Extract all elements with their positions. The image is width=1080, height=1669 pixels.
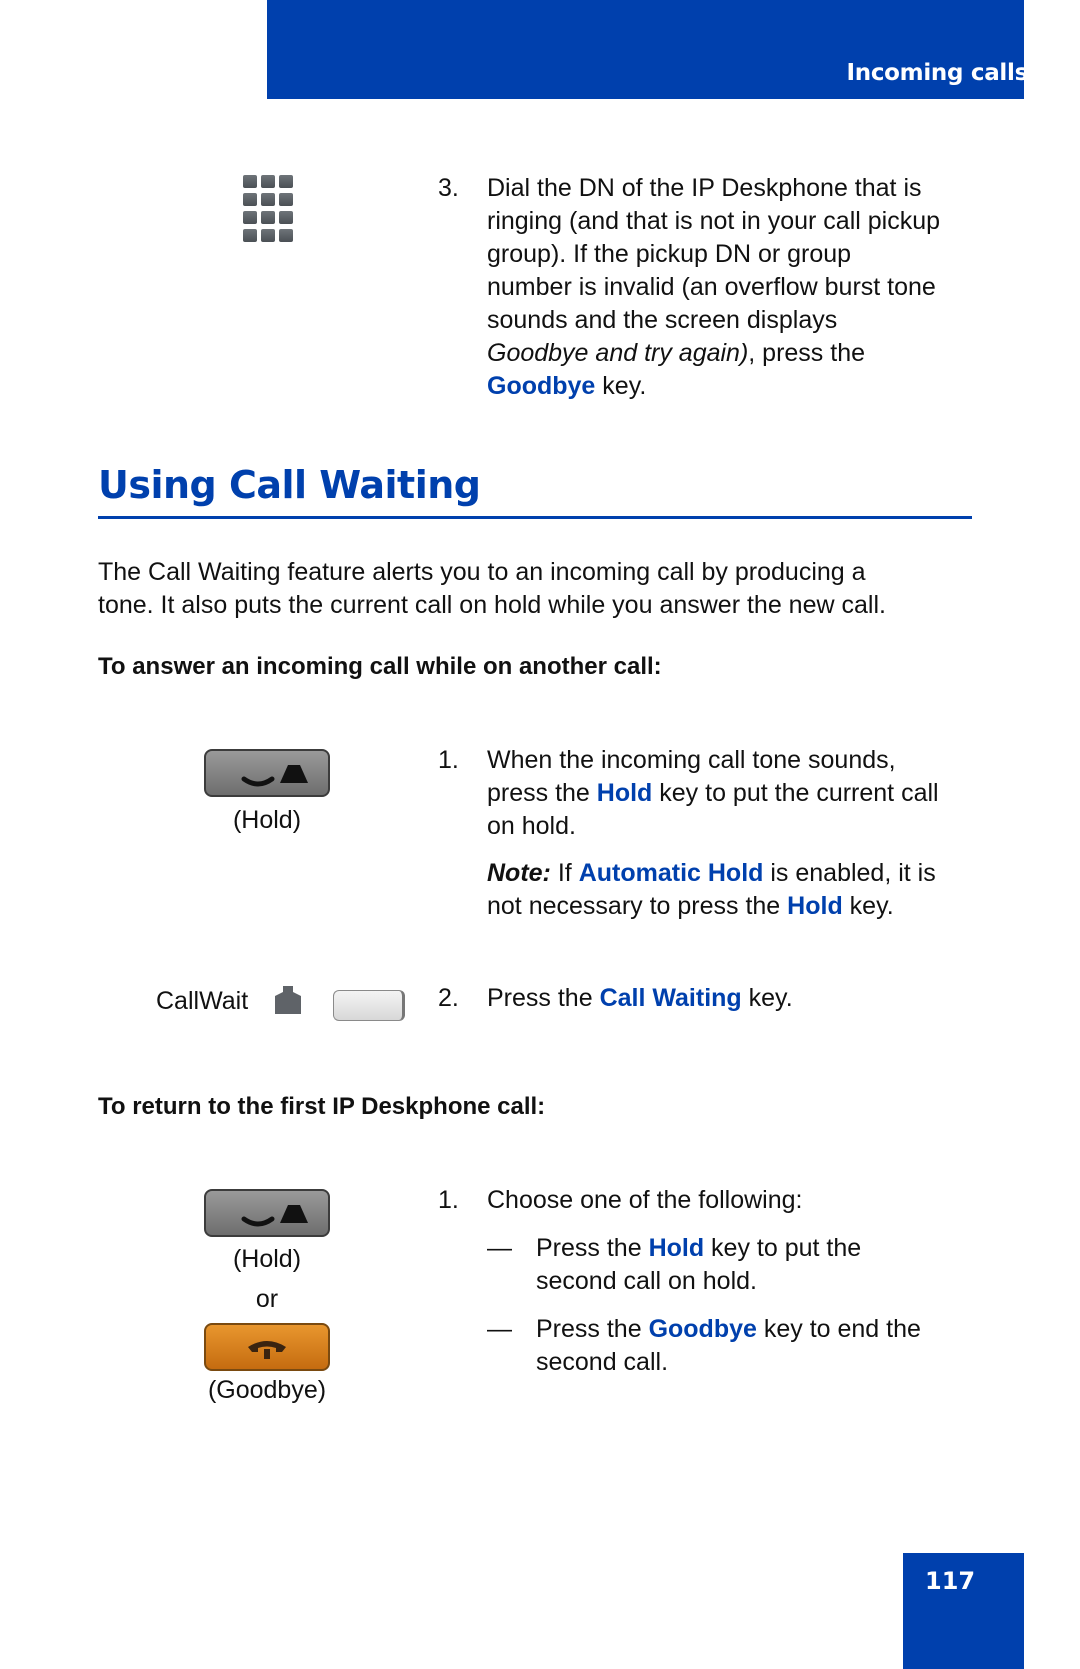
step-3-text: Dial the DN of the IP Deskphone that is … — [487, 172, 1007, 403]
return-option-hold: Press the Hold key to put the second cal… — [536, 1232, 996, 1298]
text: key. — [842, 892, 894, 920]
text: key to put the current call — [652, 779, 939, 807]
text-line: Goodbye key. — [487, 370, 1007, 403]
text-line: not necessary to press the Hold key. — [487, 890, 1007, 923]
intro-paragraph: The Call Waiting feature alerts you to a… — [98, 556, 998, 622]
text-line: When the incoming call tone sounds, — [487, 746, 896, 774]
option-dash: — — [487, 1234, 512, 1262]
text: press the — [487, 779, 597, 807]
text-line: Press the Hold key to put the — [536, 1232, 996, 1265]
hold-caption: (Hold) — [232, 1245, 302, 1273]
step-number: 2. — [438, 984, 459, 1012]
key-name-goodbye: Goodbye — [648, 1315, 757, 1343]
text-line: second call on hold. — [536, 1267, 757, 1295]
hold-key-button[interactable] — [204, 749, 330, 797]
step-number: 3. — [438, 174, 459, 202]
text: Press the — [487, 984, 600, 1012]
page-number: 117 — [925, 1567, 976, 1595]
text-line: second call. — [536, 1348, 669, 1376]
hold-key-button[interactable] — [204, 1189, 330, 1237]
text: key. — [595, 372, 647, 400]
heading-underline — [98, 516, 972, 519]
text: , press the — [748, 339, 866, 367]
text-line: tone. It also puts the current call on h… — [98, 591, 886, 619]
subheading-return: To return to the first IP Deskphone call… — [98, 1093, 546, 1120]
answer-step-2: Press the Call Waiting key. — [487, 982, 1007, 1015]
screen-message: Goodbye and try again) — [487, 339, 749, 367]
text-line: number is invalid (an overflow burst ton… — [487, 273, 936, 301]
or-label: or — [255, 1285, 279, 1313]
step-number: 1. — [438, 746, 459, 774]
call-waiting-softkey-button[interactable] — [333, 990, 405, 1021]
text-line: sounds and the screen displays — [487, 306, 838, 334]
text: key to put the — [704, 1234, 862, 1262]
return-option-goodbye: Press the Goodbye key to end the second … — [536, 1313, 996, 1379]
step-number: 1. — [438, 1186, 459, 1214]
option-dash: — — [487, 1315, 512, 1343]
note: Note: If Automatic Hold is enabled, it i… — [487, 857, 1007, 923]
text: Press the — [536, 1315, 649, 1343]
section-header-title: Incoming calls — [846, 60, 1029, 86]
text: If — [550, 859, 579, 887]
text-line: Press the Goodbye key to end the — [536, 1313, 996, 1346]
text: not necessary to press the — [487, 892, 788, 920]
key-name-automatic-hold: Automatic Hold — [578, 859, 764, 887]
key-name-call-waiting: Call Waiting — [599, 984, 742, 1012]
hang-up-icon — [248, 1341, 286, 1359]
call-waiting-indicator-icon — [275, 986, 301, 1014]
text-line: Dial the DN of the IP Deskphone that is — [487, 174, 922, 202]
goodbye-key-button[interactable] — [204, 1323, 330, 1371]
text-line: The Call Waiting feature alerts you to a… — [98, 558, 866, 586]
key-name-hold: Hold — [648, 1234, 705, 1262]
dialpad-icon — [243, 175, 295, 242]
hold-caption: (Hold) — [232, 806, 302, 834]
return-step-1: Choose one of the following: — [487, 1186, 803, 1214]
hold-icon — [241, 1205, 308, 1227]
text-line: press the Hold key to put the current ca… — [487, 777, 1007, 810]
callwait-label: CallWait — [156, 987, 249, 1015]
text-line: Note: If Automatic Hold is enabled, it i… — [487, 857, 1007, 890]
hold-icon — [241, 765, 308, 787]
text-line: group). If the pickup DN or group — [487, 240, 852, 268]
text: key to end the — [756, 1315, 921, 1343]
key-name-goodbye: Goodbye — [487, 372, 596, 400]
text-line: ringing (and that is not in your call pi… — [487, 207, 941, 235]
text: key. — [741, 984, 793, 1012]
text-line: on hold. — [487, 812, 576, 840]
note-label: Note: — [487, 859, 551, 887]
subheading-answer: To answer an incoming call while on anot… — [98, 653, 662, 680]
key-name-hold: Hold — [787, 892, 843, 920]
text: Press the — [536, 1234, 649, 1262]
key-name-hold: Hold — [596, 779, 653, 807]
text: is enabled, it is — [763, 859, 936, 887]
answer-step-1: When the incoming call tone sounds, pres… — [487, 744, 1007, 843]
section-title: Using Call Waiting — [98, 463, 481, 507]
text-line: Goodbye and try again), press the — [487, 337, 1007, 370]
goodbye-caption: (Goodbye) — [207, 1376, 327, 1404]
